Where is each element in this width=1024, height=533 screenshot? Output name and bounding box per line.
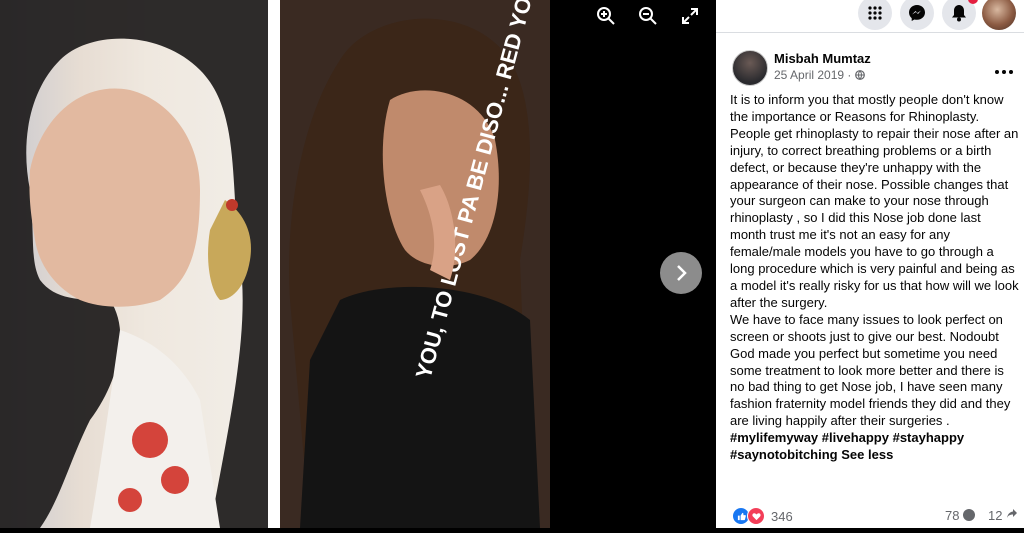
next-photo-button[interactable] <box>660 252 702 294</box>
post-options-button[interactable] <box>994 62 1014 74</box>
author-name[interactable]: Misbah Mumtaz <box>774 51 871 66</box>
post-paragraph: It is to inform you that mostly people d… <box>730 92 1019 310</box>
photo-separator-right <box>550 0 562 528</box>
zoom-in-icon[interactable] <box>596 6 616 26</box>
photo-middle: YOU, TO LOST PA BE DISO... RED YOU ...TH… <box>280 0 565 528</box>
reactions-summary[interactable]: 346 <box>732 507 793 525</box>
love-reaction-icon <box>747 507 765 525</box>
post-body: It is to inform you that mostly people d… <box>730 92 1020 464</box>
more-options-icon <box>995 70 1013 74</box>
top-divider <box>716 32 1024 33</box>
post-date-text[interactable]: 25 April 2019 · <box>774 68 855 82</box>
photo-left <box>0 0 268 528</box>
see-less-link[interactable]: See less <box>841 447 893 462</box>
photo-separator <box>268 0 280 528</box>
top-bar <box>716 0 1024 32</box>
globe-icon <box>854 70 865 80</box>
menu-grid-icon[interactable] <box>858 0 892 30</box>
woman-profile-illustration <box>0 0 268 528</box>
post-paragraph: We have to face many issues to look perf… <box>730 311 1011 429</box>
fullscreen-icon[interactable] <box>680 6 700 26</box>
share-icon <box>1007 509 1017 518</box>
post-date: 25 April 2019 · <box>774 68 865 82</box>
notifications-icon[interactable] <box>942 0 978 30</box>
zoom-out-icon[interactable] <box>638 6 658 26</box>
reaction-count: 346 <box>771 508 793 524</box>
share-count[interactable]: 12 <box>988 508 1002 523</box>
author-avatar[interactable] <box>732 50 768 86</box>
profile-avatar[interactable] <box>982 0 1016 30</box>
post-hashtags: #mylifemyway #livehappy #stayhappy #sayn… <box>730 430 1020 464</box>
messenger-icon[interactable] <box>900 0 934 30</box>
photo-viewer: YOU, TO LOST PA BE DISO... RED YOU ...TH… <box>0 0 716 528</box>
post-panel: Misbah Mumtaz 25 April 2019 · It is to i… <box>716 0 1024 528</box>
chevron-right-icon <box>677 265 687 281</box>
notification-badge <box>968 0 978 4</box>
comment-icon <box>963 509 975 521</box>
woman-portrait-illustration: YOU, TO LOST PA BE DISO... RED YOU ...TH… <box>280 0 565 528</box>
comment-count[interactable]: 78 <box>945 508 959 523</box>
